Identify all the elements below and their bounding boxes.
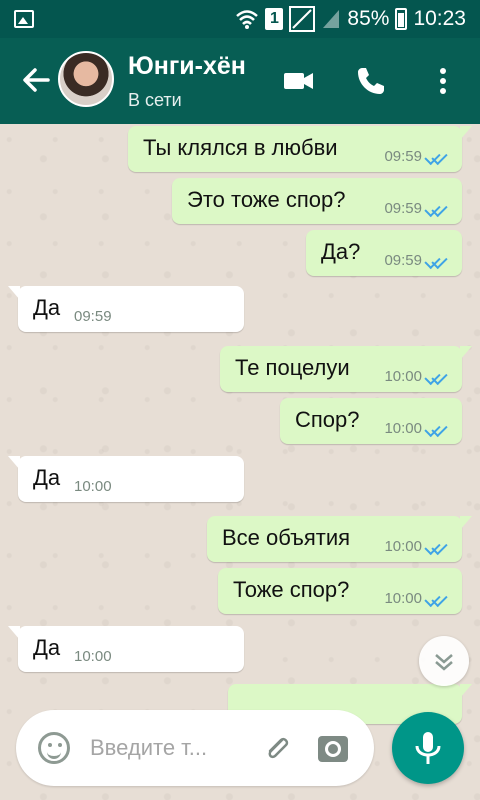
- battery-percent: 85%: [347, 7, 390, 30]
- message-bubble[interactable]: Тоже спор? 10:00: [218, 568, 462, 614]
- read-receipt-icon: [426, 592, 448, 606]
- microphone-icon: [415, 732, 441, 764]
- message-bubble[interactable]: Те поцелуи 10:00: [220, 346, 472, 392]
- message-bubble[interactable]: Ты клялся в любви 09:59: [128, 126, 472, 172]
- battery-icon: [395, 8, 408, 30]
- message-bubble[interactable]: Да 09:59: [8, 286, 244, 332]
- back-arrow-icon[interactable]: [20, 64, 52, 96]
- message-bubble[interactable]: Все объятия 10:00: [207, 516, 472, 562]
- more-options-icon[interactable]: [426, 64, 460, 98]
- read-receipt-icon: [426, 540, 448, 554]
- scroll-to-bottom-button[interactable]: [419, 636, 469, 686]
- message-bubble[interactable]: Спор? 10:00: [280, 398, 462, 444]
- camera-icon[interactable]: [316, 732, 350, 764]
- read-receipt-icon: [426, 150, 448, 164]
- message-input[interactable]: [90, 730, 250, 766]
- read-receipt-icon: [426, 370, 448, 384]
- double-chevron-down-icon: [435, 654, 453, 671]
- message-composer: [16, 710, 374, 786]
- contact-avatar[interactable]: [58, 51, 114, 107]
- sim-badge: 1: [265, 8, 284, 30]
- status-icons: 1 85% 10:23: [235, 0, 466, 38]
- emoji-icon[interactable]: [38, 732, 70, 764]
- wifi-icon: [236, 10, 259, 29]
- read-receipt-icon: [426, 202, 448, 216]
- contact-name[interactable]: Юнги-хён: [128, 52, 246, 81]
- voice-record-button[interactable]: [392, 712, 464, 784]
- read-receipt-icon: [426, 254, 448, 268]
- message-bubble[interactable]: Да 10:00: [8, 626, 244, 672]
- chat-area[interactable]: Ты клялся в любви 09:59 Это тоже спор? 0…: [0, 124, 480, 800]
- cell-signal-icon: [323, 10, 340, 28]
- attach-icon[interactable]: [262, 732, 292, 764]
- chat-header: Юнги-хён В сети: [0, 38, 480, 124]
- gallery-notification-icon: [14, 10, 34, 28]
- voice-call-icon[interactable]: [354, 64, 388, 98]
- contact-status: В сети: [128, 90, 182, 110]
- signal-icon: [289, 6, 316, 32]
- message-bubble[interactable]: Да? 09:59: [306, 230, 462, 276]
- status-bar: 1 85% 10:23: [0, 0, 480, 38]
- message-bubble[interactable]: Это тоже спор? 09:59: [172, 178, 462, 224]
- clock: 10:23: [413, 7, 466, 30]
- video-call-icon[interactable]: [282, 64, 316, 98]
- read-receipt-icon: [426, 422, 448, 436]
- message-bubble[interactable]: Да 10:00: [8, 456, 244, 502]
